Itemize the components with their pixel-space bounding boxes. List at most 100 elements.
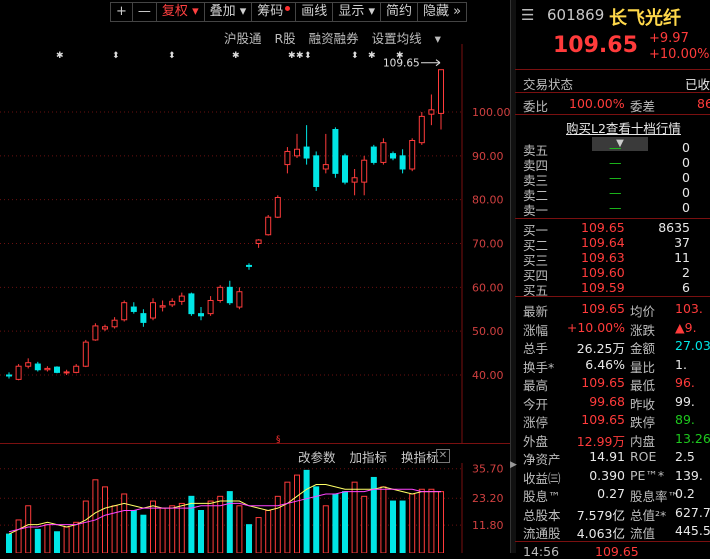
bids-volume: 11 (674, 250, 690, 265)
bids-price: 109.64 (581, 235, 625, 250)
volume-bar (409, 493, 416, 553)
chart-toolbar: + — 复权 ▾ 叠加 ▾ 筹码 画线 显示 ▾ 简约 隐藏 » (110, 2, 468, 22)
quote-row: 最新 109.65 均价 103. (515, 301, 710, 319)
bids-row[interactable]: 买一 109.65 8635 (515, 220, 710, 238)
hide-button[interactable]: 隐藏 » (417, 2, 468, 22)
weibi-row: 委比 100.00% 委差 86 (515, 96, 710, 114)
candle (351, 168, 358, 196)
quote-value: 89. (675, 412, 695, 427)
asks-row[interactable]: 卖一 — 0 (515, 200, 710, 218)
event-marker-icon[interactable]: ⬍ (168, 51, 176, 61)
event-marker-icon[interactable]: ✱ (368, 51, 376, 61)
asks-row[interactable]: 卖二 —0 (515, 185, 710, 203)
candle (207, 296, 214, 316)
candle (150, 298, 156, 321)
volume-bar (342, 491, 348, 553)
asks-volume: 0 (682, 155, 690, 170)
simple-button[interactable]: 简约 (380, 2, 418, 22)
candle (188, 292, 195, 316)
close-icon[interactable]: ✕ (436, 449, 450, 463)
asks-price: — (609, 200, 622, 215)
price-change-pct: +10.00% (649, 47, 710, 62)
stock-code: 601869 (547, 6, 605, 24)
volume-bar (255, 517, 262, 553)
quote-value: 0.27 (597, 486, 625, 501)
quote-label: 昨收 (630, 396, 656, 412)
bids-row[interactable]: 买二 109.64 37 (515, 235, 710, 253)
quote-label: 涨跌 (630, 322, 656, 338)
candle (73, 364, 80, 374)
asks-volume: 0 (682, 140, 690, 155)
bids-row[interactable]: 买四 109.60 2 (515, 265, 710, 283)
asks-row[interactable]: 卖三 —0 (515, 170, 710, 188)
asks-row[interactable]: 卖四 —0 (515, 155, 710, 173)
event-marker-icon[interactable]: ✱ (288, 51, 296, 61)
bids-row[interactable]: 买三 109.63 11 (515, 250, 710, 268)
candle (54, 366, 60, 374)
quote-label: 总股本 (523, 507, 561, 523)
candle (418, 112, 425, 145)
volume-tick-label: 11.80 (472, 519, 504, 532)
volume-bar (380, 486, 387, 553)
bids-row[interactable]: 买五 109.59 6 (515, 280, 710, 298)
volume-bar (265, 510, 272, 553)
event-marker-icon[interactable]: ⬍ (351, 51, 359, 61)
quote-row: 总股本 7.579亿 总值²* 627.7 (515, 504, 710, 523)
signal-marker-icon[interactable]: § (276, 435, 281, 444)
candle (342, 153, 348, 185)
buy-l2-link[interactable]: 购买L2查看十档行情 (566, 118, 681, 137)
volume-bar (438, 491, 444, 553)
event-marker-icon[interactable]: ✱ (396, 51, 404, 61)
quote-value: 445.5 (675, 523, 710, 538)
volume-bar (361, 495, 368, 553)
event-marker-icon[interactable]: ✱ (296, 51, 304, 61)
display-dropdown[interactable]: 显示 ▾ (332, 2, 380, 22)
zoom-in-button[interactable]: + (110, 2, 132, 22)
bids-price: 109.60 (581, 265, 625, 280)
last-trade-time: 14:56 (523, 544, 560, 559)
quote-row: 流通股 4.063亿 流值 445.5 (515, 523, 710, 541)
volume-bar (188, 495, 195, 553)
candle (370, 144, 377, 165)
volume-bar (390, 500, 396, 553)
overlay-dropdown[interactable]: 叠加 ▾ (203, 2, 252, 22)
volume-chart[interactable]: 35.70 23.20 11.80 (0, 463, 510, 553)
fuquan-label: 复权 (161, 4, 188, 19)
divider (515, 114, 710, 115)
asks-volume: 0 (682, 185, 690, 200)
event-marker-icon[interactable]: ✱ (56, 51, 64, 61)
volume-bar (399, 500, 406, 553)
candle (313, 151, 320, 191)
menu-icon[interactable]: ☰ (521, 6, 534, 24)
chip-label: 筹码 (257, 4, 284, 19)
quote-label: 股息™ (523, 489, 561, 504)
quote-value: 109.65 (581, 301, 625, 316)
quote-value: 26.25万 (576, 341, 625, 356)
candle (390, 151, 396, 161)
candle (409, 138, 416, 172)
volume-bar (294, 474, 300, 553)
quote-label: 跌停 (630, 415, 656, 430)
weicha-value: 86 (697, 96, 710, 111)
draw-line-button[interactable]: 画线 (295, 2, 333, 22)
chip-button[interactable]: 筹码 (251, 2, 296, 22)
volume-bar (121, 493, 128, 553)
zoom-out-button[interactable]: — (131, 2, 156, 22)
event-marker-icon[interactable]: ⬍ (112, 51, 120, 61)
kline-chart[interactable]: 100.0090.0080.0070.0060.0050.0040.00109.… (0, 44, 510, 444)
price-tick-label: 40.00 (472, 369, 504, 382)
quote-label: 最高 (523, 378, 549, 393)
quote-label: 流值 (630, 526, 656, 541)
weibi-value: 100.00% (569, 96, 625, 111)
event-marker-icon[interactable]: ✱ (232, 51, 240, 61)
asks-volume: 0 (682, 200, 690, 215)
volume-bar (418, 488, 425, 553)
volume-bar (150, 500, 156, 553)
quote-label: 涨幅 (523, 322, 549, 338)
volume-bar (246, 524, 252, 553)
asks-row[interactable]: 卖五 —0 (515, 140, 710, 158)
volume-bar (63, 526, 70, 553)
quote-value: 627.7 (675, 504, 710, 520)
event-marker-icon[interactable]: ⬍ (304, 51, 312, 61)
fuquan-dropdown[interactable]: 复权 ▾ (155, 2, 204, 22)
